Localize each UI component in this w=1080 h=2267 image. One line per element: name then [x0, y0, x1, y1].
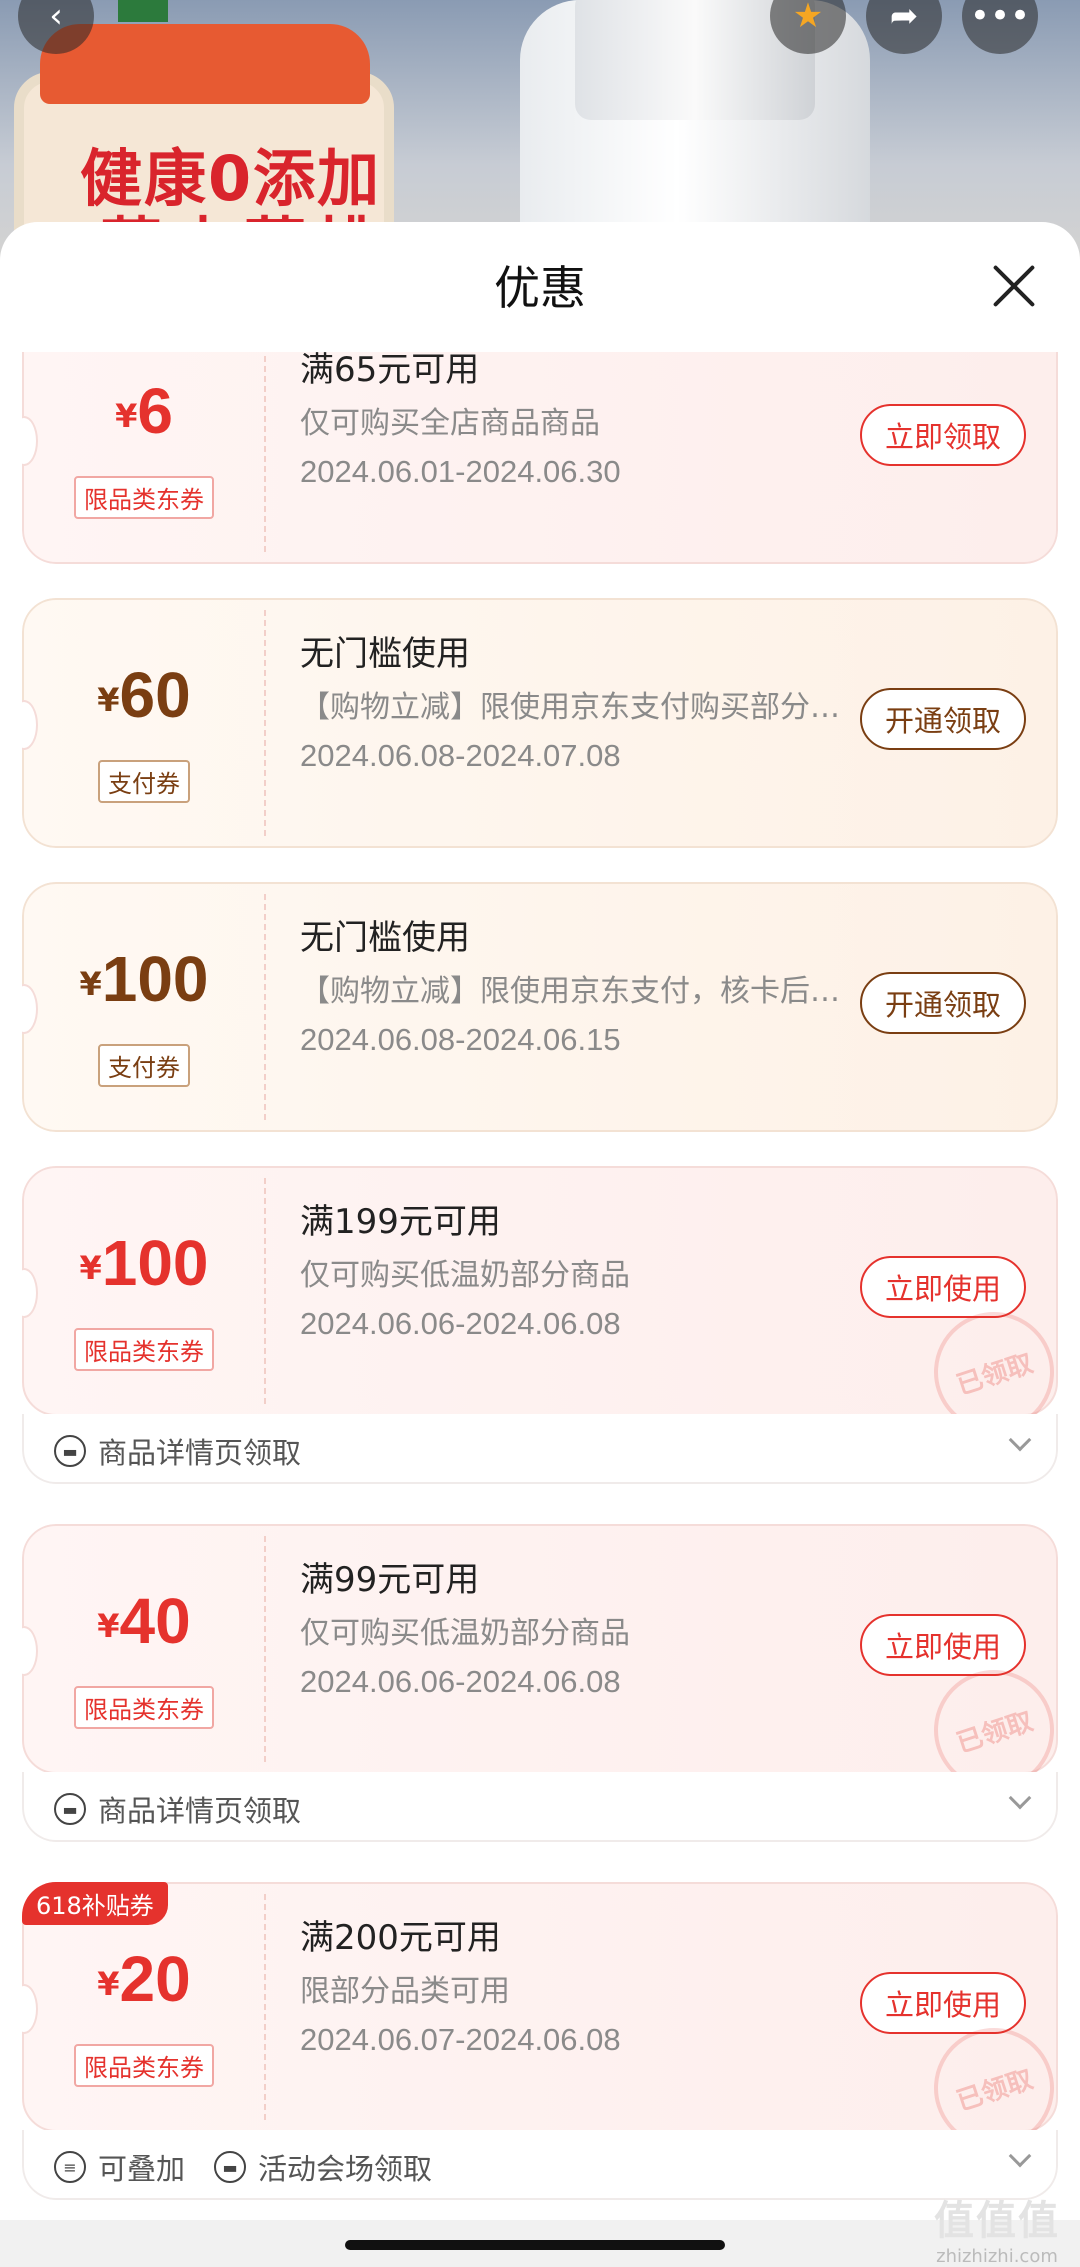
coupon-title: 无门槛使用: [300, 634, 470, 674]
coupon-source: 商品详情页领取: [98, 1436, 302, 1470]
use-now-button[interactable]: 立即使用: [860, 1972, 1026, 2034]
coupon-title: 满99元可用: [300, 1560, 480, 1600]
home-indicator[interactable]: [345, 2240, 725, 2250]
coupon-title: 满199元可用: [300, 1202, 501, 1242]
ticket-icon: ▬: [54, 1793, 86, 1825]
coupon-sheet: 优惠 ¥6 限品类东券 满65元可用 仅可购买全店商品商品 2024.06.01…: [0, 222, 1080, 2267]
chevron-down-icon[interactable]: [1008, 1786, 1032, 1810]
coupon-source: 商品详情页领取: [98, 1794, 302, 1828]
ticket-icon: ▬: [214, 2151, 246, 2183]
coupon-type-tag: 限品类东券: [74, 1328, 214, 1371]
coupon-type-tag: 限品类东券: [74, 1686, 214, 1729]
use-now-button[interactable]: 立即使用: [860, 1614, 1026, 1676]
coupon-type-tag: 限品类东券: [74, 476, 214, 519]
chevron-down-icon[interactable]: [1008, 2144, 1032, 2168]
coupon-footer[interactable]: ▬ 商品详情页领取: [22, 1414, 1058, 1484]
coupon-card: ¥6 限品类东券 满65元可用 仅可购买全店商品商品 2024.06.01-20…: [22, 352, 1058, 564]
flag-icon: [118, 0, 168, 22]
coupon-source: 活动会场领取: [258, 2152, 433, 2186]
share-icon: ➦: [889, 0, 919, 36]
coupon-title: 满65元可用: [300, 352, 480, 390]
ticket-icon: ▬: [54, 1435, 86, 1467]
coupon-date: 2024.06.01-2024.06.30: [300, 454, 621, 489]
coupon-date: 2024.06.06-2024.06.08: [300, 1306, 621, 1341]
coupon-date: 2024.06.08-2024.07.08: [300, 738, 621, 773]
stack-icon: ≡: [54, 2151, 86, 2183]
coupon-desc: 仅可购买低温奶部分商品: [300, 1616, 630, 1651]
subsidy-ribbon: 618补贴券: [22, 1882, 168, 1925]
coupon-footer[interactable]: ▬ 商品详情页领取: [22, 1772, 1058, 1842]
coupon-type-tag: 支付券: [98, 1044, 190, 1087]
coupon-footer[interactable]: ≡ 可叠加 ▬ 活动会场领取: [22, 2130, 1058, 2200]
coupon-card: ¥100 支付券 无门槛使用 【购物立减】限使用京东支付，核卡后可用 2024.…: [22, 882, 1058, 1132]
coupon-card: 618补贴券 ¥20 限品类东券 满200元可用 限部分品类可用 2024.06…: [22, 1882, 1058, 2200]
coupon-desc: 【购物立减】限使用京东支付，核卡后可用: [300, 974, 850, 1009]
coupon-desc: 仅可购买全店商品商品: [300, 406, 600, 441]
site-watermark: 值值值 zhizhizhi.com: [934, 2198, 1060, 2267]
coupon-date: 2024.06.06-2024.06.08: [300, 1664, 621, 1699]
coupon-list[interactable]: ¥6 限品类东券 满65元可用 仅可购买全店商品商品 2024.06.01-20…: [0, 352, 1080, 2267]
coupon-desc: 【购物立减】限使用京东支付购买部分商品: [300, 690, 850, 725]
flame-decoration: [40, 24, 370, 104]
close-icon[interactable]: [990, 262, 1038, 310]
back-arrow-icon: ‹: [49, 0, 63, 36]
coupon-type-tag: 限品类东券: [74, 2044, 214, 2087]
coupon-desc: 仅可购买低温奶部分商品: [300, 1258, 630, 1293]
star-icon: ★: [792, 0, 824, 36]
claim-button[interactable]: 立即领取: [860, 404, 1026, 466]
use-now-button[interactable]: 立即使用: [860, 1256, 1026, 1318]
coupon-card: ¥100 限品类东券 满199元可用 仅可购买低温奶部分商品 2024.06.0…: [22, 1166, 1058, 1484]
coupon-desc: 限部分品类可用: [300, 1974, 510, 2009]
coupon-card: ¥40 限品类东券 满99元可用 仅可购买低温奶部分商品 2024.06.06-…: [22, 1524, 1058, 1842]
coupon-date: 2024.06.07-2024.06.08: [300, 2022, 621, 2057]
coupon-title: 满200元可用: [300, 1918, 501, 1958]
coupon-title: 无门槛使用: [300, 918, 470, 958]
activate-claim-button[interactable]: 开通领取: [860, 972, 1026, 1034]
coupon-type-tag: 支付券: [98, 760, 190, 803]
coupon-date: 2024.06.08-2024.06.15: [300, 1022, 621, 1057]
more-dots-icon: •••: [969, 0, 1031, 36]
coupon-card: ¥60 支付券 无门槛使用 【购物立减】限使用京东支付购买部分商品 2024.0…: [22, 598, 1058, 848]
coupon-stackable: 可叠加: [98, 2152, 186, 2186]
sheet-title: 优惠: [494, 261, 586, 315]
chevron-down-icon[interactable]: [1008, 1428, 1032, 1452]
activate-claim-button[interactable]: 开通领取: [860, 688, 1026, 750]
